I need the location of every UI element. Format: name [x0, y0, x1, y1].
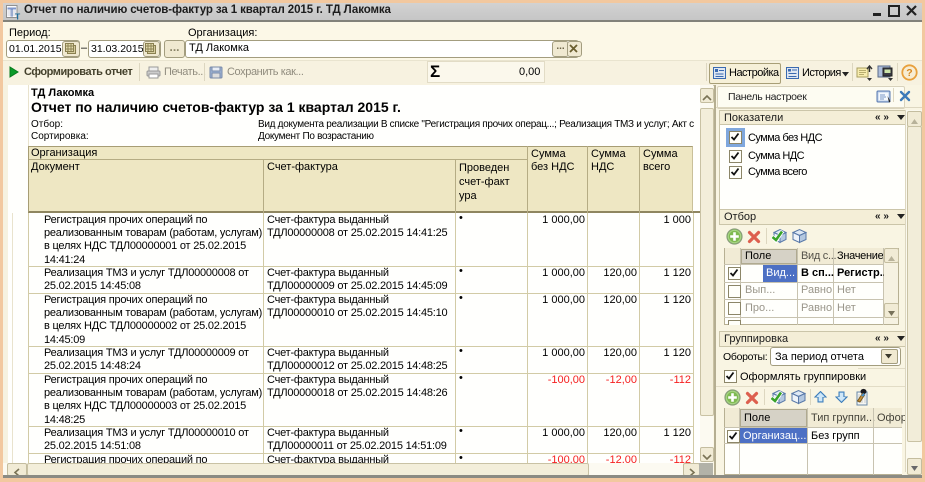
svg-text:Т: Т [15, 12, 21, 21]
svg-text:?: ? [906, 67, 912, 79]
